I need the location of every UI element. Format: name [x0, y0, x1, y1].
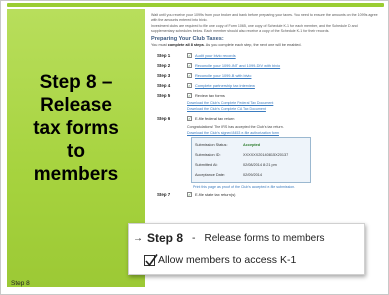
step-row: Step 1 ✓ Audit your bivio records [151, 50, 380, 60]
step-row: Step 2 ✓ Reconcile your 1099-INT and 109… [151, 60, 380, 70]
check-icon: ✓ [187, 82, 192, 88]
step-row: Step 6 ✓ E-file federal tax return [151, 113, 380, 123]
section-heading: Preparing Your Club Taxes: [151, 36, 224, 43]
step-label: Step 7 [157, 191, 171, 197]
intro-text: Investment clubs are required to file on… [151, 24, 358, 33]
step-link[interactable]: Reconcile your 1099-INT and 1099-DIV wit… [195, 63, 280, 68]
step-8-row: → Step 8 - Release forms to members [133, 231, 325, 245]
step-row: Step 4 ✓ Complete partnership tax interv… [151, 80, 380, 90]
check-icon: ✓ [187, 72, 192, 78]
submission-key: Acceptance Date: [195, 173, 225, 178]
check-icon: ✓ [187, 115, 192, 121]
congrats-text: Congratulations! The IRS has accepted th… [187, 125, 284, 130]
step-row: Step 5 ✓ Review tax forms [151, 90, 380, 100]
download-link[interactable]: Download the Club's Complete Federal Tax… [187, 101, 380, 105]
table-row: Submission ID: XXXXXX20140815X20137 [195, 150, 307, 160]
submission-key: Submitted At: [195, 163, 218, 168]
checkmark-icon [145, 253, 158, 266]
download-link[interactable]: Download the Club's signed 8453 e-file a… [187, 131, 380, 135]
k1-access-row[interactable]: Allow members to access K-1 [144, 253, 296, 266]
slide: Step 8 – Release tax forms to members St… [0, 0, 389, 295]
check-icon: ✓ [187, 52, 192, 58]
intro-text: Wait until you receive your 1099s from y… [151, 13, 378, 22]
check-icon: ✓ [187, 62, 192, 68]
step-label: Step 1 [157, 52, 171, 58]
step-label: Step 8 [147, 231, 184, 245]
check-icon: ✓ [187, 191, 192, 197]
title-line: to [67, 141, 85, 162]
slide-footer: Step 8 [11, 280, 30, 287]
submission-key: Submission Status: [195, 143, 228, 148]
download-link[interactable]: Download the Club's Complete CA Tax Docu… [187, 107, 380, 111]
title-line: Release [40, 95, 112, 116]
step-row: Step 7 ✓ E-file state tax return(s) [151, 189, 380, 199]
tax-page-screenshot: Wait until you receive your 1099s from y… [151, 13, 380, 219]
submission-value: Accepted [243, 143, 261, 148]
step-link[interactable]: Complete partnership tax interview [195, 83, 255, 88]
step-name: Release forms to members [204, 232, 325, 244]
title-line: Step 8 – [39, 72, 113, 93]
step-label: Step 3 [157, 72, 171, 78]
submission-value: XXXXXX20140815X20137 [243, 153, 289, 158]
slide-title: Step 8 – Release tax forms to members [7, 71, 145, 186]
step-text: E-file state tax return(s) [195, 191, 236, 197]
step-link[interactable]: Reconcile your 1099-B with bivio [195, 73, 251, 78]
allow-k1-checkbox[interactable] [144, 253, 158, 266]
step-row: Step 3 ✓ Reconcile your 1099-B with bivi… [151, 70, 380, 80]
title-line: members [33, 164, 119, 185]
submission-value: 02/09/2014 [243, 173, 263, 178]
table-row: Acceptance Date: 02/09/2014 [195, 170, 307, 180]
step-link[interactable]: Audit your bivio records [195, 53, 236, 58]
arrow-right-icon: → [133, 232, 143, 244]
accent-bar [7, 3, 384, 7]
submission-key: Submission ID: [195, 153, 221, 158]
submission-table: Submission Status: Accepted Submission I… [191, 137, 311, 184]
table-row: Submitted At: 02/08/2014 8:21 pm [195, 160, 307, 170]
table-row: Submission Status: Accepted [195, 140, 307, 150]
zoom-callout: → Step 8 - Release forms to members Allo… [128, 223, 365, 275]
step-text: E-file federal tax return [195, 115, 235, 121]
submission-value: 02/08/2014 8:21 pm [243, 163, 277, 168]
requirement-text: You must complete all 8 steps. As you co… [151, 43, 302, 48]
step-label: Step 2 [157, 62, 171, 68]
check-icon: ✓ [187, 92, 192, 98]
step-label: Step 5 [157, 92, 171, 98]
title-line: tax forms [33, 118, 119, 139]
step-label: Step 4 [157, 82, 171, 88]
step-label: Step 6 [157, 115, 171, 121]
step-text: Review tax forms [195, 92, 225, 98]
checkbox-label[interactable]: Allow members to access K-1 [158, 254, 296, 266]
separator: - [192, 232, 196, 244]
